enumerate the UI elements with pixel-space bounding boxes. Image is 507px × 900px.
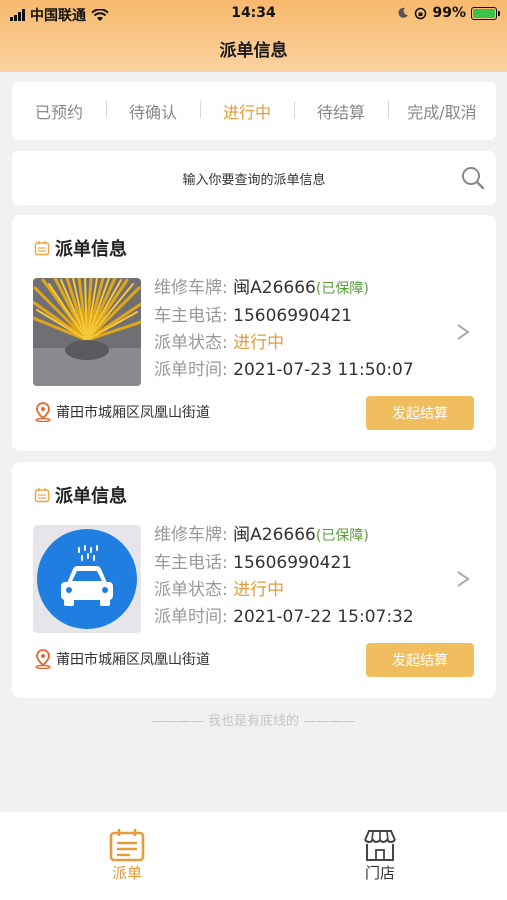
status-bar: 中国联通 14:34 99% [0, 0, 507, 28]
tabbar-item-order[interactable]: 派单 [97, 828, 157, 883]
owner-phone[interactable]: 15606990421 [233, 553, 352, 573]
orientation-lock-icon [415, 7, 427, 19]
guarantee-badge: (已保障) [315, 528, 369, 544]
order-status: 进行中 [233, 580, 285, 600]
store-icon [364, 830, 396, 861]
location-pin-icon [35, 649, 51, 669]
order-details: 维修车牌: 闽A26666(已保障) 车主电话: 15606990421 派单状… [154, 525, 414, 627]
calendar-icon [34, 488, 50, 503]
page-title: 派单信息 [219, 41, 288, 61]
initiate-settlement-button[interactable]: 发起结算 [366, 396, 474, 430]
location-pin-icon [35, 402, 51, 422]
order-time: 2021-07-22 15:07:32 [233, 607, 414, 627]
order-thumbnail-flower [33, 278, 141, 386]
search-icon[interactable] [460, 165, 486, 191]
address: 莆田市城厢区凤凰山街道 [34, 649, 210, 669]
tab-completed-cancelled[interactable]: 完成/取消 [387, 99, 496, 123]
chevron-right-icon[interactable] [456, 323, 470, 341]
order-details: 维修车牌: 闽A26666(已保障) 车主电话: 15606990421 派单状… [154, 278, 414, 380]
address: 莆田市城厢区凤凰山街道 [34, 402, 210, 422]
address-text: 莆田市城厢区凤凰山街道 [56, 652, 210, 668]
battery-percent: 99% [432, 5, 466, 21]
tab-reserved[interactable]: 已预约 [12, 99, 106, 123]
order-card[interactable]: 派单信息 维修车牌: 闽A26666(已保障) 车主电话: 1560699042… [12, 215, 496, 451]
car-wash-icon [33, 525, 141, 633]
battery-icon [471, 6, 500, 20]
end-of-list-text: ———— 我也是有底线的 ———— [151, 714, 356, 729]
initiate-settlement-button[interactable]: 发起结算 [366, 643, 474, 677]
plate-number: 闽A26666 [233, 278, 316, 298]
status-tabs: 已预约 待确认 进行中 待结算 完成/取消 [12, 82, 496, 140]
tabbar-label: 派单 [111, 864, 142, 882]
address-text: 莆田市城厢区凤凰山街道 [56, 405, 210, 421]
order-time: 2021-07-23 11:50:07 [233, 360, 414, 380]
header: 中国联通 14:34 99% 派单信息 [0, 0, 507, 72]
order-card[interactable]: 派单信息 维修车牌: 闽A26666(已保障) 车主电话: 1560699042… [12, 462, 496, 698]
search-bar[interactable]: 输入你要查询的派单信息 [12, 151, 496, 205]
order-icon [109, 829, 145, 862]
guarantee-badge: (已保障) [315, 281, 369, 297]
calendar-icon [34, 241, 50, 256]
card-title: 派单信息 [55, 239, 127, 260]
tab-in-progress[interactable]: 进行中 [199, 99, 294, 123]
owner-phone[interactable]: 15606990421 [233, 306, 352, 326]
order-status: 进行中 [233, 333, 285, 353]
plate-number: 闽A26666 [233, 525, 316, 545]
tabbar-label: 门店 [364, 864, 395, 882]
card-title: 派单信息 [55, 486, 127, 507]
chevron-right-icon[interactable] [456, 570, 470, 588]
bottom-tab-bar: 派单 门店 [0, 812, 507, 900]
search-input[interactable]: 输入你要查询的派单信息 [12, 169, 496, 188]
moon-icon [399, 7, 409, 18]
tab-pending-settlement[interactable]: 待结算 [293, 99, 388, 123]
tabbar-item-store[interactable]: 门店 [350, 828, 410, 883]
tab-pending-confirm[interactable]: 待确认 [105, 99, 200, 123]
